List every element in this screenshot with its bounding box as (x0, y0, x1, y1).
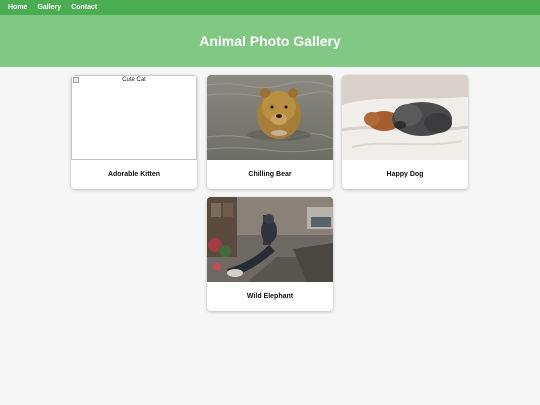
card-caption: Happy Dog (386, 171, 424, 178)
broken-image: Cute Cat (71, 75, 197, 160)
nav-link-contact[interactable]: Contact (71, 4, 97, 11)
nav-link-gallery[interactable]: Gallery (37, 4, 61, 11)
gallery-card-kitten[interactable]: Cute Cat Adorable Kitten (71, 75, 197, 189)
nav-link-home[interactable]: Home (8, 4, 27, 11)
dog-photo (342, 75, 468, 160)
gallery-card-elephant[interactable]: Wild Elephant (207, 197, 333, 311)
image-alt-text: Cute Cat (122, 77, 146, 83)
gallery-card-dog[interactable]: Happy Dog (342, 75, 468, 189)
card-caption: Chilling Bear (248, 171, 292, 178)
top-navbar: Home Gallery Contact (0, 0, 540, 15)
page-header: Animal Photo Gallery (0, 15, 540, 67)
card-caption: Adorable Kitten (107, 171, 161, 178)
page-title: Animal Photo Gallery (199, 33, 341, 49)
bear-photo (207, 75, 333, 160)
street-photo (207, 197, 333, 282)
photo-gallery: Cute Cat Adorable Kitten Chilling Bear H… (0, 67, 540, 405)
card-caption: Wild Elephant (246, 293, 294, 300)
gallery-card-bear[interactable]: Chilling Bear (207, 75, 333, 189)
